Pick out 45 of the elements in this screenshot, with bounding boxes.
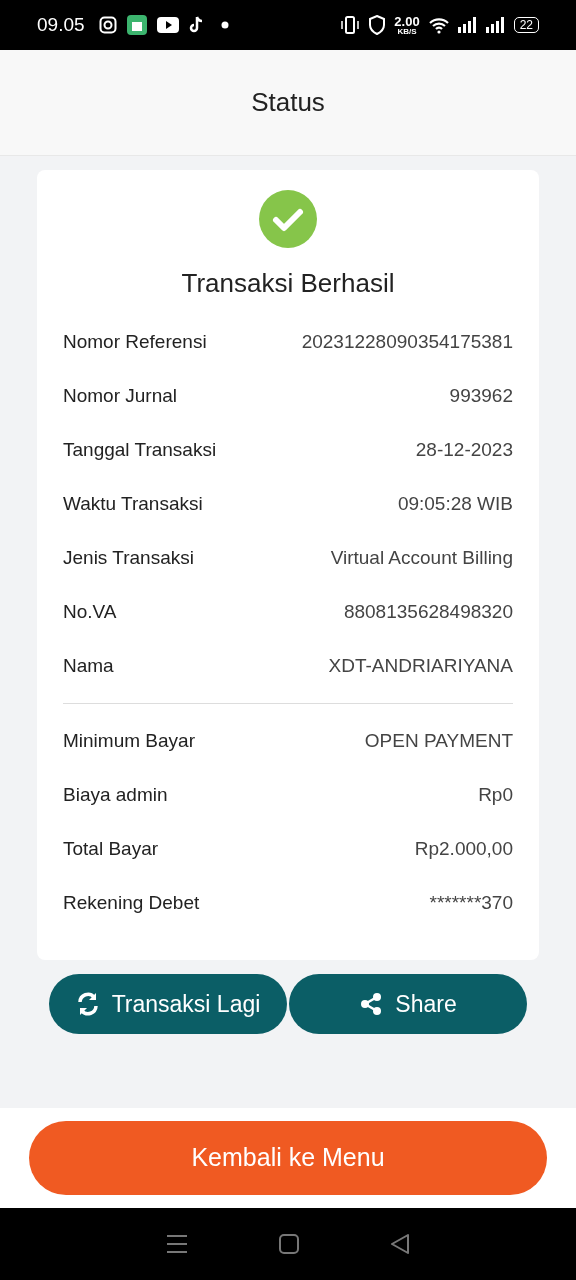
page-title: Status	[251, 86, 325, 119]
menu-icon[interactable]	[165, 1234, 188, 1254]
play-icon	[156, 17, 179, 33]
field-value: Virtual Account Billing	[330, 546, 513, 570]
field-value: 09:05:28 WIB	[397, 492, 513, 516]
field-value: 8808135628498320	[343, 600, 513, 624]
field-label: Jenis Transaksi	[63, 546, 195, 570]
network-speed: 2.00	[394, 14, 420, 28]
field-value: 20231228090354175381	[301, 330, 513, 354]
camera-app-icon	[98, 16, 117, 34]
shield-icon	[368, 15, 387, 35]
vibrate-icon	[340, 16, 361, 34]
battery-level: 22	[513, 17, 539, 33]
field-label: Nomor Jurnal	[63, 384, 179, 408]
field-label: Rekening Debet	[63, 891, 201, 915]
field-label: Total Bayar	[63, 837, 160, 861]
signal-icon	[457, 17, 478, 33]
field-label: Tanggal Transaksi	[63, 438, 218, 462]
field-value: OPEN PAYMENT	[364, 729, 513, 753]
dot-icon	[220, 21, 229, 29]
signal-icon	[485, 17, 506, 33]
field-label: Biaya admin	[63, 783, 169, 807]
repeat-transaction-button[interactable]: Transaksi Lagi	[49, 974, 287, 1034]
success-title: Transaksi Berhasil	[181, 267, 395, 300]
wifi-icon	[427, 16, 450, 34]
field-value: 28-12-2023	[415, 438, 513, 462]
field-value: Rp0	[478, 783, 513, 807]
field-value: *******370	[429, 891, 513, 915]
home-icon[interactable]	[279, 1234, 299, 1254]
field-label: No.VA	[63, 600, 118, 624]
back-icon[interactable]	[390, 1234, 411, 1254]
field-label: Nomor Referensi	[63, 330, 208, 354]
success-check-icon	[259, 190, 317, 248]
share-button[interactable]: Share	[289, 974, 527, 1034]
music-note-icon	[188, 16, 205, 34]
field-label: Nama	[63, 654, 115, 678]
field-value: 993962	[449, 384, 513, 408]
share-icon	[359, 992, 384, 1016]
refresh-icon	[75, 992, 100, 1016]
field-label: Minimum Bayar	[63, 729, 196, 753]
field-value: Rp2.000,00	[414, 837, 513, 861]
network-speed-unit: KB/S	[397, 27, 417, 36]
status-time: 09.05	[37, 12, 85, 37]
field-label: Waktu Transaksi	[63, 492, 204, 516]
field-value: XDT-ANDRIARIYANA	[328, 654, 513, 678]
